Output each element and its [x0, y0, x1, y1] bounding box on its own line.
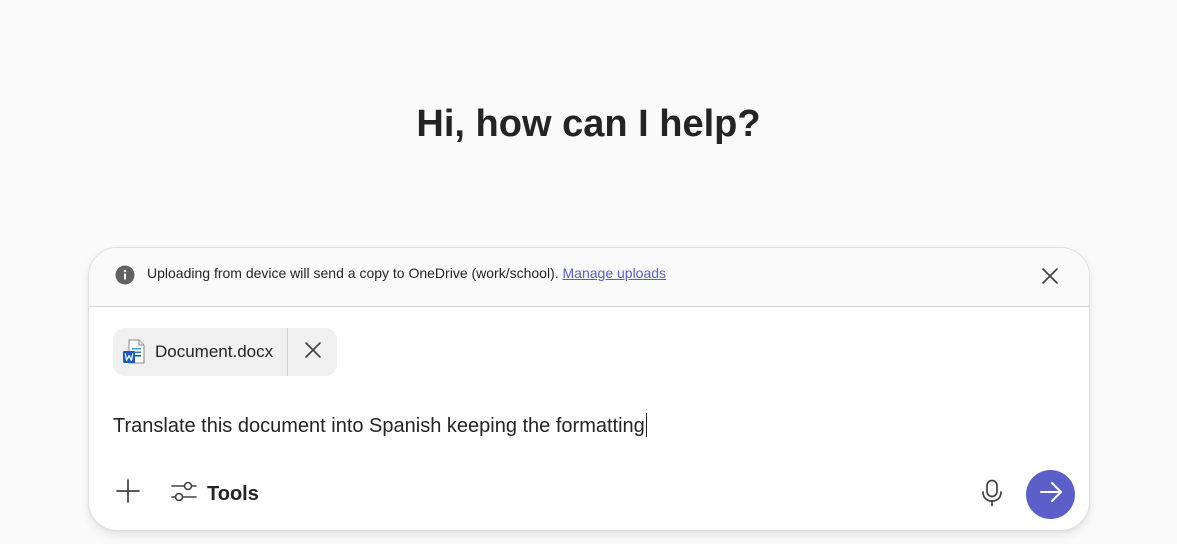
close-icon: [304, 341, 322, 364]
upload-notice-message: Uploading from device will send a copy t…: [147, 265, 559, 281]
tools-label: Tools: [207, 483, 259, 505]
upload-notice-banner: Uploading from device will send a copy t…: [89, 248, 1089, 307]
upload-notice-text: Uploading from device will send a copy t…: [147, 263, 666, 283]
remove-attachment-button[interactable]: [288, 328, 337, 376]
word-document-icon: [122, 339, 146, 365]
add-button[interactable]: [113, 478, 143, 508]
send-button[interactable]: [1026, 470, 1075, 519]
microphone-icon: [981, 479, 1003, 512]
close-icon: [1041, 267, 1059, 290]
dismiss-notice-button[interactable]: [1036, 264, 1064, 292]
microphone-button[interactable]: [977, 479, 1007, 512]
prompt-input[interactable]: Translate this document into Spanish kee…: [113, 412, 1053, 440]
sliders-icon: [171, 481, 197, 508]
text-caret: [645, 413, 647, 437]
info-icon: [115, 265, 135, 285]
arrow-right-icon: [1039, 481, 1063, 508]
attachment-chip[interactable]: Document.docx: [113, 328, 337, 376]
attachment-file-name: Document.docx: [155, 342, 274, 361]
page-title: Hi, how can I help?: [416, 103, 761, 145]
tools-button[interactable]: Tools: [171, 480, 259, 508]
prompt-input-value: Translate this document into Spanish kee…: [113, 415, 645, 437]
chat-composer: Uploading from device will send a copy t…: [89, 248, 1089, 530]
manage-uploads-link[interactable]: Manage uploads: [563, 265, 667, 281]
plus-icon: [116, 478, 140, 508]
